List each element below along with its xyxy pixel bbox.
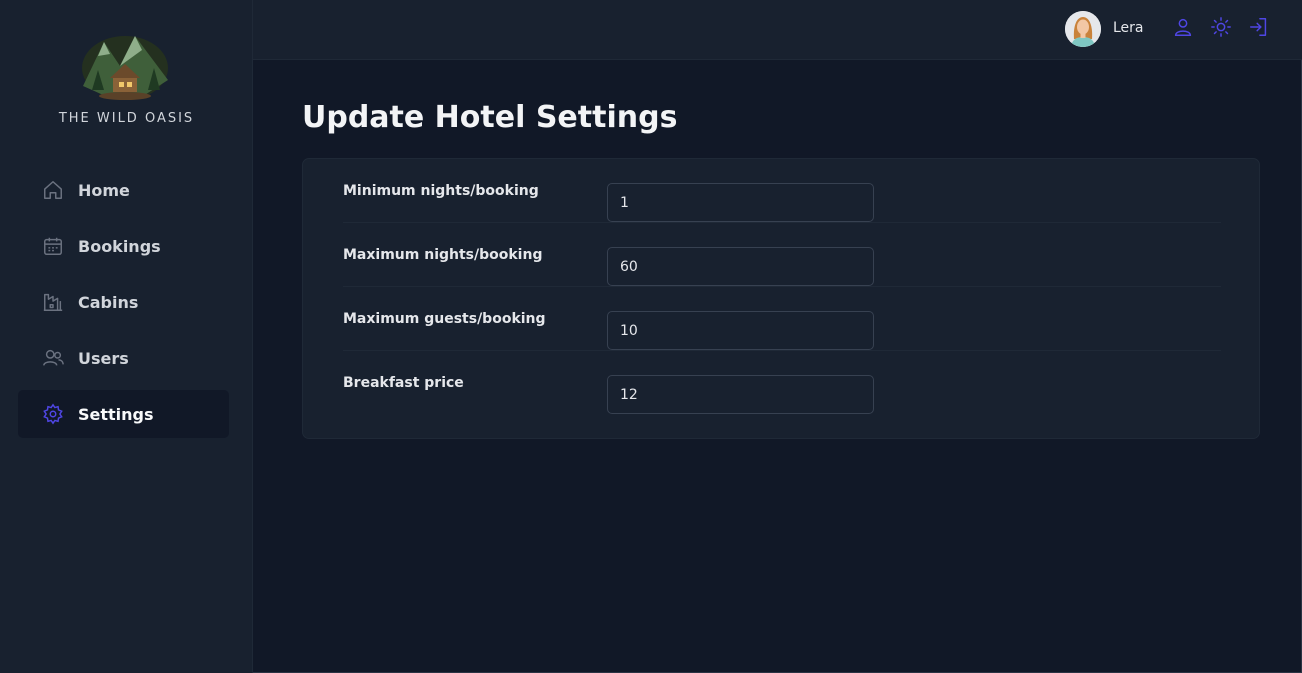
min-nights-input[interactable] <box>607 183 874 222</box>
sidebar-item-users[interactable]: Users <box>18 334 229 382</box>
max-guests-input[interactable] <box>607 311 874 350</box>
breakfast-price-label: Breakfast price <box>343 375 464 391</box>
breakfast-price-input[interactable] <box>607 375 874 414</box>
brand-name: THE WILD OASIS <box>58 111 195 126</box>
logout-icon <box>1248 16 1270 42</box>
form-row-max-nights: Maximum nights/booking <box>343 223 1221 287</box>
form-row-min-nights: Minimum nights/booking <box>343 159 1221 223</box>
calendar-icon <box>42 235 64 257</box>
logo <box>80 28 170 100</box>
main-nav: Home Bookings Cabins Users Settings <box>18 166 229 446</box>
form-row-max-guests: Maximum guests/booking <box>343 287 1221 351</box>
max-nights-input[interactable] <box>607 247 874 286</box>
sidebar-item-label: Users <box>78 348 129 368</box>
sidebar-item-label: Settings <box>78 404 154 424</box>
gear-icon <box>42 403 64 425</box>
sidebar-item-bookings[interactable]: Bookings <box>18 222 229 270</box>
sidebar-item-home[interactable]: Home <box>18 166 229 214</box>
home-icon <box>42 179 64 201</box>
page-title: Update Hotel Settings <box>302 100 678 135</box>
sidebar-item-label: Bookings <box>78 236 161 256</box>
logout-button[interactable] <box>1247 17 1271 41</box>
settings-form: Minimum nights/booking Maximum nights/bo… <box>302 158 1260 439</box>
min-nights-label: Minimum nights/booking <box>343 183 539 199</box>
sun-icon <box>1210 16 1232 42</box>
theme-toggle-button[interactable] <box>1209 17 1233 41</box>
users-icon <box>42 347 64 369</box>
form-row-breakfast-price: Breakfast price <box>343 351 1221 415</box>
sidebar: THE WILD OASIS Home Bookings Cabins User… <box>0 0 253 673</box>
max-guests-label: Maximum guests/booking <box>343 311 546 327</box>
user-name: Lera <box>1113 20 1144 36</box>
user-icon <box>1172 16 1194 42</box>
sidebar-item-label: Home <box>78 180 130 200</box>
top-header: Lera <box>253 0 1302 60</box>
sidebar-item-cabins[interactable]: Cabins <box>18 278 229 326</box>
max-nights-label: Maximum nights/booking <box>343 247 543 263</box>
account-button[interactable] <box>1171 17 1195 41</box>
sidebar-item-label: Cabins <box>78 292 139 312</box>
sidebar-item-settings[interactable]: Settings <box>18 390 229 438</box>
cabin-icon <box>42 291 64 313</box>
avatar <box>1065 11 1101 47</box>
